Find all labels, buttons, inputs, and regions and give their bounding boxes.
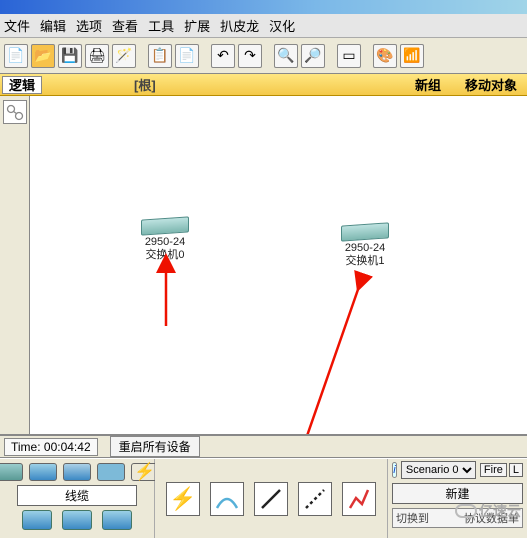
device-switch-0[interactable]: 2950-24 交换机0 [130, 218, 200, 262]
model-item[interactable] [102, 510, 132, 530]
draw-shape-icon[interactable]: ▭ [337, 44, 361, 68]
category-switches-icon[interactable] [29, 463, 57, 481]
connection-type-strip: ⚡ [155, 459, 387, 538]
last-status-button[interactable]: L [509, 463, 523, 477]
category-routers-icon[interactable] [0, 463, 23, 481]
zoom-out-icon[interactable]: 🔎 [301, 44, 325, 68]
redo-icon[interactable]: ↷ [238, 44, 262, 68]
menu-hanhua[interactable]: 汉化 [269, 16, 295, 35]
zoom-in-icon[interactable]: 🔍 [274, 44, 298, 68]
cable-console-icon[interactable] [210, 482, 244, 516]
nav-root-label[interactable]: [根] [134, 75, 156, 94]
info-icon[interactable]: i [392, 462, 397, 478]
paste-icon[interactable]: 📄 [175, 44, 199, 68]
new-file-icon[interactable]: 📄 [4, 44, 28, 68]
workspace: 2950-24 交换机0 2950-24 交换机1 [0, 96, 527, 436]
category-name-box: 线缆 [17, 485, 137, 506]
category-hubs-icon[interactable] [63, 463, 91, 481]
new-cluster-button[interactable]: 新组 [415, 75, 441, 94]
palette-icon[interactable]: 🎨 [373, 44, 397, 68]
device-name-label: 交换机0 [130, 249, 200, 262]
scenario-panel: i Scenario 0 Fire L 新建 切换到 协议数据单 [387, 459, 527, 538]
model-item[interactable] [62, 510, 92, 530]
menu-view[interactable]: 查看 [112, 16, 138, 35]
menu-bar: 文件 编辑 选项 查看 工具 扩展 扒皮龙 汉化 [0, 14, 527, 38]
cable-crossover-icon[interactable] [298, 482, 332, 516]
custom-device-icon[interactable]: 📶 [400, 44, 424, 68]
copy-icon[interactable]: 📋 [148, 44, 172, 68]
switch-icon [341, 222, 389, 241]
fire-button[interactable]: Fire [480, 463, 507, 477]
cable-auto-icon[interactable]: ⚡ [166, 482, 200, 516]
topology-canvas[interactable]: 2950-24 交换机0 2950-24 交换机1 [30, 96, 527, 434]
cable-straight-icon[interactable] [254, 482, 288, 516]
undo-icon[interactable]: ↶ [211, 44, 235, 68]
scenario-new-button[interactable]: 新建 [392, 483, 523, 504]
sim-time-display: Time: 00:04:42 [4, 438, 98, 456]
logic-navbar: 逻辑 [根] 新组 移动对象 [0, 74, 527, 96]
move-object-button[interactable]: 移动对象 [465, 75, 517, 94]
menu-file[interactable]: 文件 [4, 16, 30, 35]
status-bar: Time: 00:04:42 重启所有设备 [0, 436, 527, 458]
workspace-side-toolbar [0, 96, 30, 434]
save-icon[interactable]: 💾 [58, 44, 82, 68]
device-model-label: 2950-24 [330, 242, 400, 255]
menu-pkl[interactable]: 扒皮龙 [220, 16, 259, 35]
device-switch-1[interactable]: 2950-24 交换机1 [330, 224, 400, 268]
navigate-icon[interactable] [3, 100, 27, 124]
logical-tab[interactable]: 逻辑 [2, 76, 42, 94]
menu-extensions[interactable]: 扩展 [184, 16, 210, 35]
wizard-icon[interactable]: 🪄 [112, 44, 136, 68]
menu-edit[interactable]: 编辑 [40, 16, 66, 35]
cable-serial-icon[interactable] [342, 482, 376, 516]
annotation-arrows [30, 96, 527, 434]
model-item[interactable] [22, 510, 52, 530]
pdu-switch-row[interactable]: 切换到 协议数据单 [392, 508, 523, 528]
scenario-select[interactable]: Scenario 0 [401, 461, 476, 479]
menu-options[interactable]: 选项 [76, 16, 102, 35]
bottom-panel: ⚡ 线缆 ⚡ i Scenario 0 Fire [0, 458, 527, 538]
device-category-panel: ⚡ 线缆 [0, 459, 155, 538]
main-toolbar: 📄 📂 💾 🖨 🪄 📋 📄 ↶ ↷ 🔍 🔎 ▭ 🎨 📶 [0, 38, 527, 74]
device-name-label: 交换机1 [330, 255, 400, 268]
open-folder-icon[interactable]: 📂 [31, 44, 55, 68]
switch-icon [141, 216, 189, 235]
menu-tools[interactable]: 工具 [148, 16, 174, 35]
print-icon[interactable]: 🖨 [85, 44, 109, 68]
window-titlebar [0, 0, 527, 14]
device-model-label: 2950-24 [130, 236, 200, 249]
power-cycle-devices-button[interactable]: 重启所有设备 [110, 436, 200, 457]
category-wireless-icon[interactable] [97, 463, 125, 481]
